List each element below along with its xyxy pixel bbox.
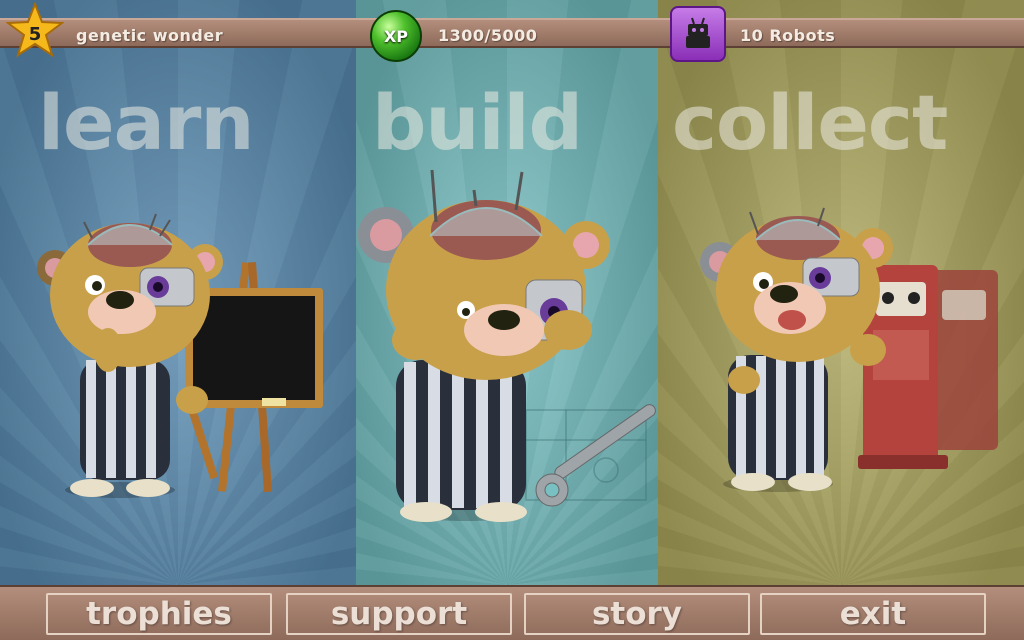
robots-count: 10 Robots — [740, 25, 836, 45]
level-title: genetic wonder — [76, 25, 224, 45]
collect-panel[interactable]: collect — [658, 0, 1024, 585]
support-button[interactable]: support — [286, 593, 512, 635]
xp-progress: 1300/5000 — [438, 25, 538, 45]
trophies-button[interactable]: trophies — [46, 593, 272, 635]
star-icon: 5 — [6, 2, 64, 58]
robots-stat: 10 Robots — [670, 6, 836, 62]
learn-panel[interactable]: learn — [0, 0, 356, 585]
collect-illustration — [700, 207, 998, 492]
bottom-menu: trophies support story exit — [0, 585, 1024, 640]
robot-icon — [670, 6, 726, 62]
story-button[interactable]: story — [524, 593, 750, 635]
level-number: 5 — [29, 24, 42, 45]
xp-stat: XP 1300/5000 — [370, 10, 538, 62]
wrench — [535, 404, 656, 507]
xp-orb-icon: XP — [370, 10, 422, 62]
status-bar: 5 genetic wonder XP 1300/5000 10 Robots — [0, 2, 1024, 62]
learn-illustration — [37, 213, 323, 498]
build-illustration — [358, 169, 656, 522]
level-stat: 5 genetic wonder — [6, 2, 224, 58]
exit-button[interactable]: exit — [760, 593, 986, 635]
build-panel[interactable]: build — [356, 0, 658, 585]
